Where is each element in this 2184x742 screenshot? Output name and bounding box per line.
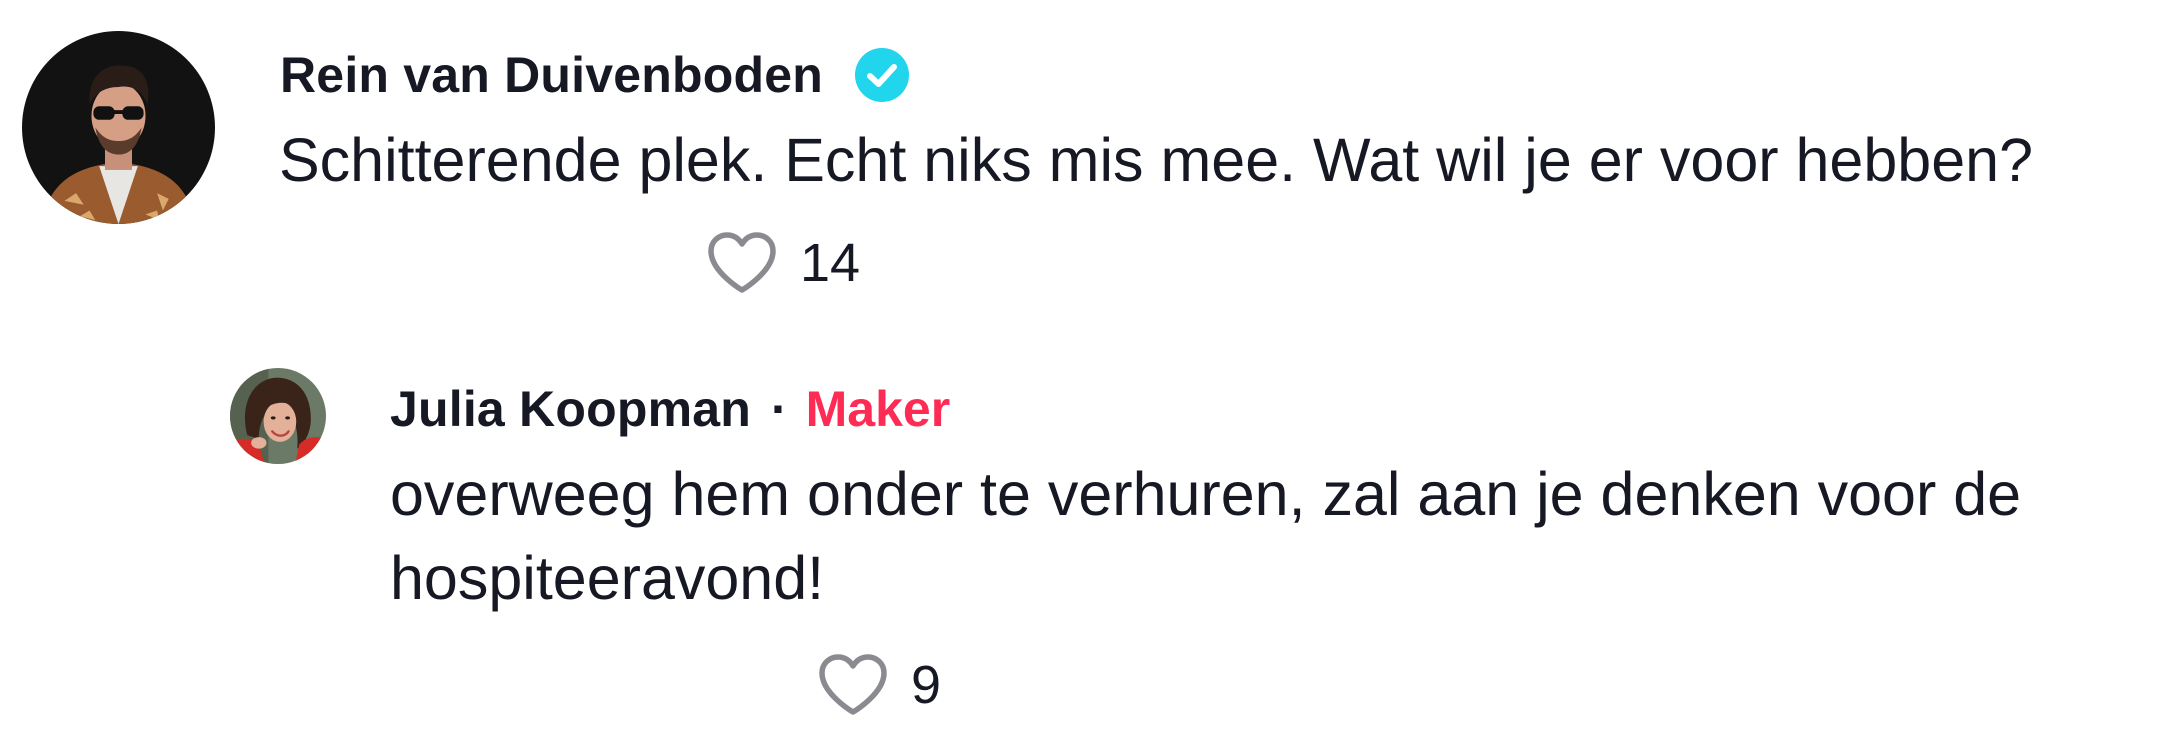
- like-button[interactable]: 9: [817, 652, 941, 718]
- heart-outline-icon: [708, 232, 776, 293]
- reply-author-name[interactable]: Julia Koopman: [390, 380, 751, 438]
- like-count: 9: [911, 655, 942, 715]
- reply-text: overweeg hem onder te verhuren, zal aan …: [390, 452, 2021, 620]
- reply-header: Julia Koopman · Maker: [390, 376, 950, 442]
- heart-outline-icon: [819, 654, 887, 715]
- comment-header: Rein van Duivenboden: [280, 40, 911, 110]
- avatar-rein[interactable]: [22, 31, 215, 224]
- reply-text-line: overweeg hem onder te verhuren, zal aan …: [390, 460, 2022, 528]
- like-count: 14: [800, 233, 861, 293]
- maker-badge: Maker: [805, 381, 951, 437]
- reply-text-line: hospiteeravond!: [390, 544, 825, 612]
- separator-dot: ·: [770, 381, 788, 437]
- comment-author-name[interactable]: Rein van Duivenboden: [280, 46, 823, 104]
- comment-text: Schitterende plek. Echt niks mis mee. Wa…: [279, 126, 2033, 194]
- verified-badge-icon: [853, 46, 911, 104]
- avatar-julia[interactable]: [230, 368, 326, 464]
- like-button[interactable]: 14: [706, 230, 860, 296]
